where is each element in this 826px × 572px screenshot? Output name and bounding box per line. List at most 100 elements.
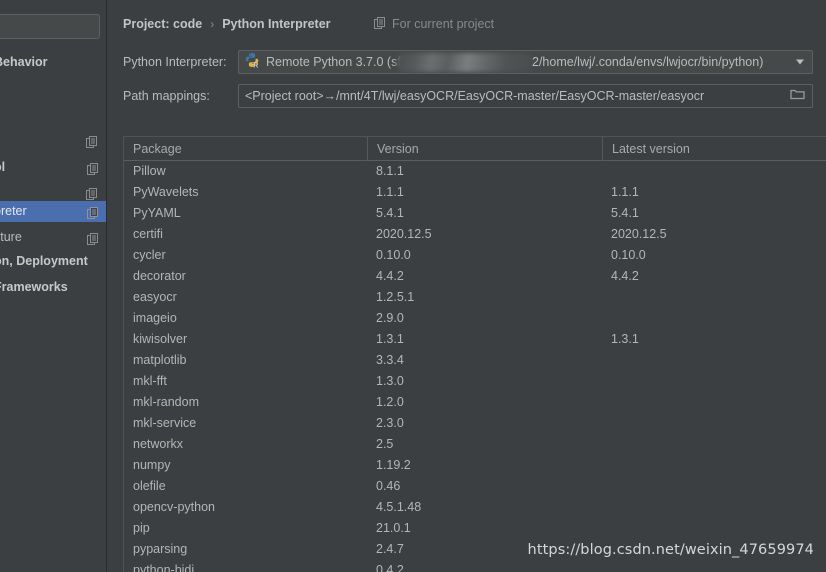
cell-latest: 1.1.1 <box>611 185 639 199</box>
sidebar-item-3[interactable]: cture <box>0 227 106 248</box>
main-panel: Project: code › Python Interpreter For c… <box>108 0 826 572</box>
copy-icon[interactable] <box>87 162 99 175</box>
sidebar-item-1[interactable]: ol <box>0 157 106 178</box>
table-row[interactable]: networkx 2.5 <box>124 434 826 455</box>
column-header-package[interactable]: Package <box>124 137 367 161</box>
cell-package: easyocr <box>133 290 177 304</box>
cell-latest <box>602 308 822 329</box>
cell-version: 21.0.1 <box>376 521 411 535</box>
cell-latest <box>602 413 822 434</box>
cell-latest: 4.4.2 <box>611 269 639 283</box>
copy-icon[interactable] <box>86 135 98 148</box>
cell-package: PyWavelets <box>133 185 199 199</box>
cell-version: 2.5 <box>376 437 394 451</box>
table-row[interactable]: decorator 4.4.2 4.4.2 <box>124 266 826 287</box>
packages-table-body: Pillow 8.1.1 PyWavelets 1.1.1 1.1.1 PyYAML 5.4… <box>124 161 826 572</box>
table-row[interactable]: easyocr 1.2.5.1 <box>124 287 826 308</box>
table-row[interactable]: PyWavelets 1.1.1 1.1.1 <box>124 182 826 203</box>
cell-version: 0.10.0 <box>376 248 411 262</box>
cell-latest <box>602 350 822 371</box>
cell-package: mkl-service <box>133 416 197 430</box>
cell-version: 1.2.0 <box>376 395 404 409</box>
cell-package: pip <box>133 521 150 535</box>
column-header-latest-version[interactable]: Latest version <box>602 137 822 161</box>
cell-version: 2020.12.5 <box>376 227 432 241</box>
cell-package: Pillow <box>133 164 166 178</box>
cell-version: 1.3.0 <box>376 374 404 388</box>
table-row[interactable]: mkl-random 1.2.0 <box>124 392 826 413</box>
cell-package: matplotlib <box>133 353 187 367</box>
cell-package: PyYAML <box>133 206 181 220</box>
python-interpreter-value-suffix: 2/home/lwj/.conda/envs/lwjocr/bin/python… <box>532 55 764 69</box>
cell-latest <box>602 455 822 476</box>
chevron-down-icon[interactable] <box>796 59 804 65</box>
path-mappings-label: Path mappings: <box>123 89 210 103</box>
copy-icon[interactable] <box>87 232 99 245</box>
cell-latest <box>602 497 822 518</box>
path-mappings-row: Path mappings: <Project root>→/mnt/4T/lw… <box>123 84 813 108</box>
path-mappings-value: <Project root>→/mnt/4T/lwj/easyOCR/EasyO… <box>245 89 705 103</box>
cell-latest: 2020.12.5 <box>611 227 667 241</box>
cell-latest <box>602 560 822 572</box>
table-row[interactable]: imageio 2.9.0 <box>124 308 826 329</box>
cell-package: opencv-python <box>133 500 216 514</box>
table-row[interactable]: numpy 1.19.2 <box>124 455 826 476</box>
table-row[interactable]: certifi 2020.12.5 2020.12.5 <box>124 224 826 245</box>
watermark: https://blog.csdn.net/weixin_47659974 <box>527 542 814 558</box>
copy-icon <box>374 16 386 32</box>
table-row[interactable]: cycler 0.10.0 0.10.0 <box>124 245 826 266</box>
breadcrumb-project[interactable]: Project: code <box>123 17 202 31</box>
table-row[interactable]: mkl-fft 1.3.0 <box>124 371 826 392</box>
python-interpreter-label: Python Interpreter: <box>123 55 227 69</box>
cell-latest <box>602 287 822 308</box>
for-current-project[interactable]: For current project <box>374 15 494 33</box>
cell-version: 2.3.0 <box>376 416 404 430</box>
breadcrumb-separator-icon: › <box>210 17 215 31</box>
table-row[interactable]: PyYAML 5.4.1 5.4.1 <box>124 203 826 224</box>
path-mappings-input[interactable]: <Project root>→/mnt/4T/lwj/easyOCR/EasyO… <box>238 84 813 108</box>
settings-window: Behavior ol preter cture on, Deployment Fr… <box>0 0 826 572</box>
column-header-version[interactable]: Version <box>367 137 602 161</box>
packages-table[interactable]: Package Version Latest version Pillow 8.1… <box>123 136 826 572</box>
cell-version: 0.46 <box>376 479 401 493</box>
python-interpreter-select[interactable]: R Remote Python 3.7.0 (sftp:/ 2/home/lwj… <box>238 50 813 74</box>
table-row[interactable]: opencv-python 4.5.1.48 <box>124 497 826 518</box>
cell-latest <box>602 161 822 182</box>
cell-version: 4.5.1.48 <box>376 500 422 514</box>
table-row[interactable]: matplotlib 3.3.4 <box>124 350 826 371</box>
table-row[interactable]: kiwisolver 1.3.1 1.3.1 <box>124 329 826 350</box>
cell-version: 2.9.0 <box>376 311 404 325</box>
cell-version: 5.4.1 <box>376 206 404 220</box>
cell-version: 1.3.1 <box>376 332 404 346</box>
cell-version: 4.4.2 <box>376 269 404 283</box>
cell-version: 8.1.1 <box>376 164 404 178</box>
cell-package: numpy <box>133 458 171 472</box>
sidebar-item-4[interactable]: on, Deployment <box>0 251 106 272</box>
sidebar-item-2[interactable]: preter <box>0 201 106 222</box>
table-row[interactable]: Pillow 8.1.1 <box>124 161 826 182</box>
table-row[interactable]: mkl-service 2.3.0 <box>124 413 826 434</box>
cell-package: kiwisolver <box>133 332 188 346</box>
cell-package: networkx <box>133 437 184 451</box>
copy-icon[interactable] <box>87 206 99 219</box>
cell-latest: 0.10.0 <box>611 248 646 262</box>
svg-text:R: R <box>253 62 258 67</box>
table-row[interactable]: olefile 0.46 <box>124 476 826 497</box>
cell-package: mkl-fft <box>133 374 167 388</box>
cell-latest: 5.4.1 <box>611 206 639 220</box>
copy-icon[interactable] <box>86 187 98 200</box>
sidebar-item-0[interactable]: Behavior <box>0 52 106 73</box>
cell-version: 1.2.5.1 <box>376 290 415 304</box>
sidebar-item-5[interactable]: Frameworks <box>0 277 106 298</box>
cell-version: 0.4.2 <box>376 563 404 572</box>
python-remote-icon: R <box>244 52 262 73</box>
table-row[interactable]: pip 21.0.1 <box>124 518 826 539</box>
sidebar-item-label: preter <box>0 204 27 218</box>
folder-icon[interactable] <box>790 87 805 105</box>
cell-version: 1.19.2 <box>376 458 411 472</box>
sidebar-search-input[interactable] <box>0 14 100 39</box>
table-row[interactable]: python-bidi 0.4.2 <box>124 560 826 572</box>
cell-package: python-bidi <box>133 563 195 572</box>
cell-package: pyparsing <box>133 542 188 556</box>
breadcrumb: Project: code › Python Interpreter <box>123 15 331 33</box>
